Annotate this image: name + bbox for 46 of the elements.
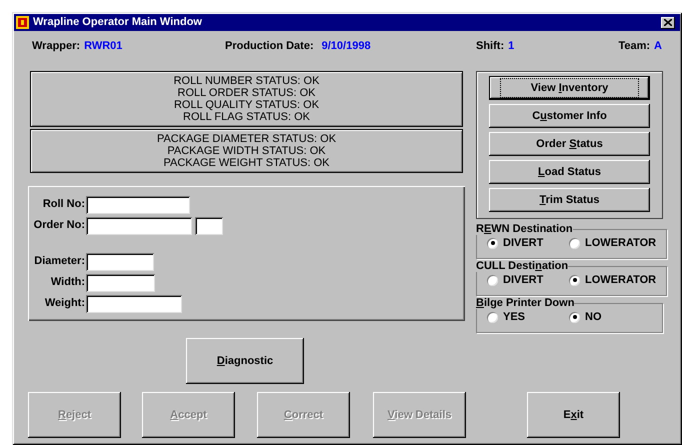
close-button[interactable] xyxy=(661,16,675,28)
side-button[interactable]: Order Status xyxy=(489,132,650,156)
field-label: Shift: xyxy=(476,38,504,54)
radio-option[interactable]: LOWERATOR xyxy=(569,234,656,252)
diagnostic-button[interactable]: Diagnostic xyxy=(186,338,304,384)
side-button[interactable]: Trim Status xyxy=(489,188,650,212)
side-button[interactable]: Customer Info xyxy=(489,104,650,128)
close-icon xyxy=(664,19,672,26)
status-text: ROLL QUALITY STATUS: OK xyxy=(174,99,320,111)
window-title: Wrapline Operator Main Window xyxy=(33,15,203,30)
field-label: Roll No: xyxy=(42,197,86,212)
input-field[interactable] xyxy=(86,216,192,234)
radio-option[interactable]: DIVERT xyxy=(487,234,569,252)
field-label: Order No: xyxy=(32,218,86,234)
field-label: Width: xyxy=(50,275,86,290)
field-label: Production Date: xyxy=(225,38,314,54)
group-title: CULL Destination xyxy=(476,260,568,272)
status-text: PACKAGE WIDTH STATUS: OK xyxy=(167,145,326,157)
app-icon xyxy=(16,16,29,29)
status-text: ROLL FLAG STATUS: OK xyxy=(183,111,310,123)
field-label: Team: xyxy=(618,38,650,54)
radio-option[interactable]: DIVERT xyxy=(487,272,569,288)
input-field[interactable] xyxy=(195,216,223,234)
radio-option[interactable]: YES xyxy=(487,308,569,326)
field-value: RWR01 xyxy=(84,38,122,54)
field-label: Diameter: xyxy=(33,254,86,270)
field-value: 1 xyxy=(508,38,514,54)
field-label: Wrapper: xyxy=(32,38,80,54)
group-title: REWN Destination xyxy=(476,223,573,235)
field-label: Weight: xyxy=(44,296,86,312)
input-field[interactable] xyxy=(86,274,155,292)
status-text: ROLL NUMBER STATUS: OK xyxy=(174,75,320,87)
field-value: A xyxy=(654,38,662,54)
input-field[interactable] xyxy=(86,196,190,214)
input-field[interactable] xyxy=(86,252,154,270)
group-title: Bilge Printer Down xyxy=(476,297,574,309)
action-button[interactable]: Exit xyxy=(527,392,620,438)
status-text: ROLL ORDER STATUS: OK xyxy=(178,87,316,99)
radio-option[interactable]: NO xyxy=(569,308,602,326)
input-field[interactable] xyxy=(86,294,182,312)
side-button[interactable]: View Inventory xyxy=(489,76,650,100)
side-button[interactable]: Load Status xyxy=(489,160,650,184)
status-text: PACKAGE WEIGHT STATUS: OK xyxy=(163,157,330,169)
radio-option[interactable]: LOWERATOR xyxy=(569,272,656,288)
field-value: 9/10/1998 xyxy=(322,38,371,54)
status-text: PACKAGE DIAMETER STATUS: OK xyxy=(156,133,336,145)
